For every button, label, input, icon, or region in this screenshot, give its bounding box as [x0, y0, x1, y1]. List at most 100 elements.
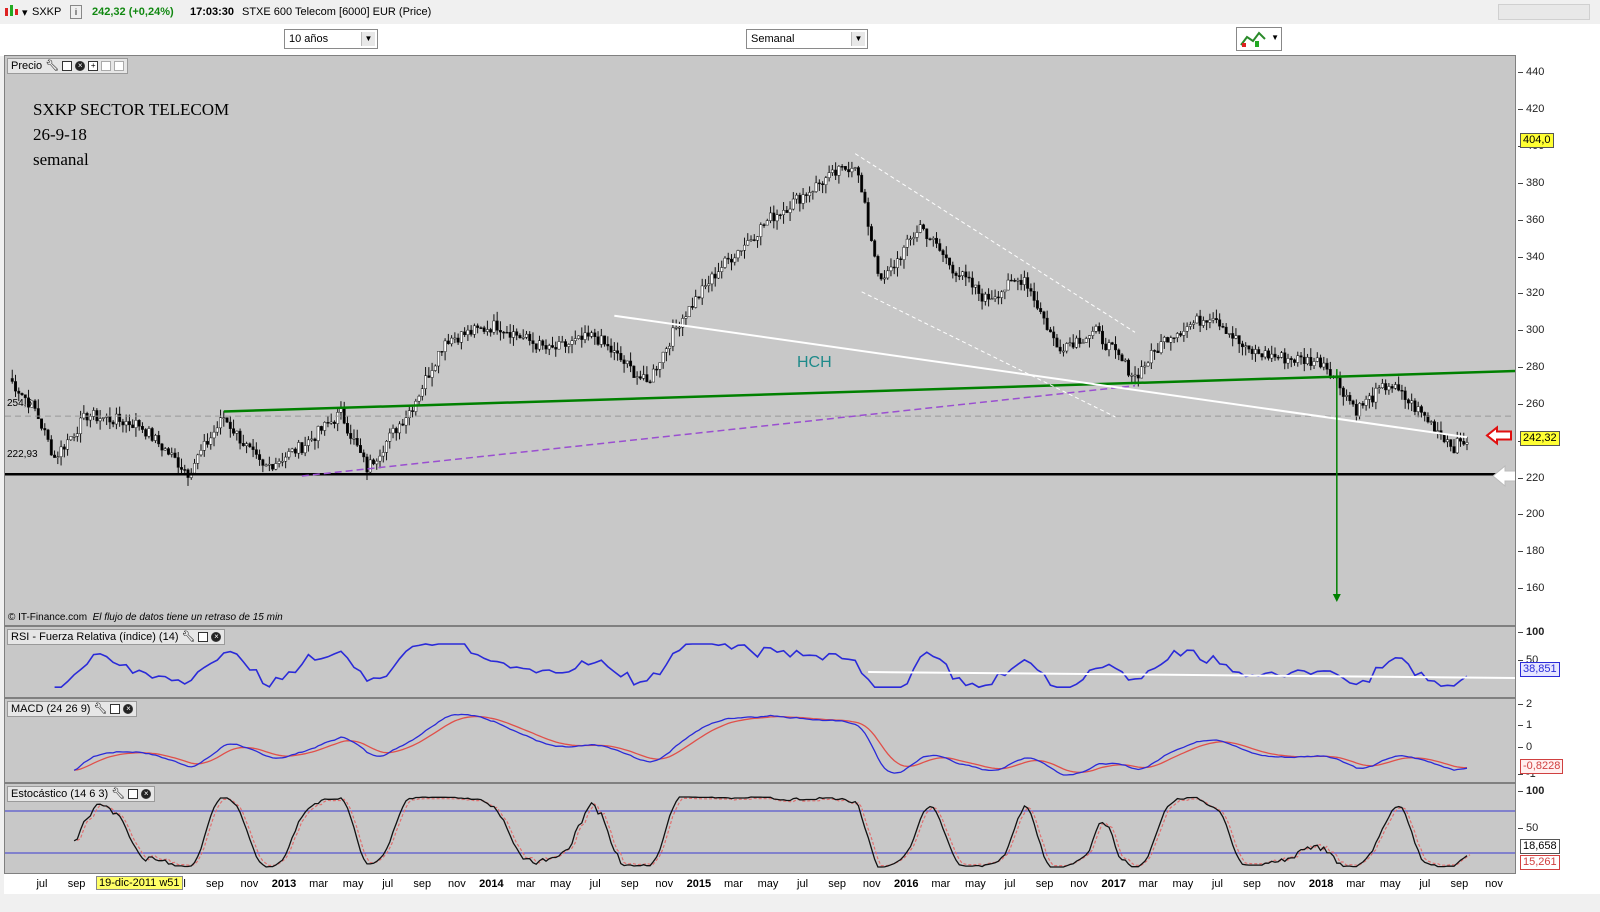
period-select[interactable]: 10 años ▼ — [284, 29, 378, 49]
candle-body — [134, 420, 138, 428]
window-controls[interactable] — [1498, 4, 1590, 20]
candle-body — [778, 214, 782, 216]
candle-body — [66, 439, 70, 450]
rsi-panel[interactable]: RSI - Fuerza Relativa (índice) (14) 🔧︎ × — [4, 626, 1516, 698]
rsi-chart[interactable] — [5, 627, 1516, 698]
candle-body — [1419, 406, 1423, 413]
maximize-icon[interactable] — [128, 789, 139, 799]
candle-body — [372, 459, 375, 465]
candle-body — [1075, 337, 1078, 348]
candle-body — [391, 428, 395, 434]
candle-body — [733, 257, 737, 263]
chart-app-icon[interactable] — [4, 4, 20, 21]
candle-body — [1276, 356, 1280, 359]
stochastic-chart[interactable] — [5, 784, 1516, 874]
candle-body — [1130, 375, 1134, 377]
add-icon[interactable]: + — [88, 61, 99, 71]
candle-body — [365, 456, 369, 473]
candle-body — [254, 449, 258, 455]
candle-body — [1009, 279, 1013, 282]
stochastic-panel[interactable]: Estocástico (14 6 3) 🔧︎ × — [4, 783, 1516, 874]
candle-body — [1227, 333, 1231, 335]
candle-body — [1312, 361, 1316, 366]
candle-body — [1374, 387, 1378, 403]
candle-body — [160, 443, 164, 451]
stochastic-y-axis[interactable]: 100 50 18,658 15,261 — [1516, 783, 1600, 874]
maximize-icon[interactable] — [62, 61, 73, 71]
chevron-down-icon[interactable]: ▼ — [361, 32, 375, 46]
candle-body — [1231, 333, 1235, 339]
candle-body — [1192, 322, 1196, 325]
candle-body — [284, 456, 288, 462]
candle-body — [72, 436, 76, 438]
move-down-icon[interactable] — [114, 61, 125, 71]
candle-body — [222, 417, 226, 419]
price-tick: 320 — [1517, 287, 1545, 300]
chevron-down-icon[interactable]: ▼ — [851, 32, 865, 46]
candle-body — [293, 448, 297, 454]
candle-body — [811, 191, 815, 193]
macd-y-axis[interactable]: 2 1 0 -1 -0,8228 — [1516, 698, 1600, 783]
close-icon[interactable]: × — [123, 704, 134, 714]
rsi-y-axis[interactable]: 100 50 38,851 — [1516, 626, 1600, 698]
info-icon[interactable]: i — [70, 5, 82, 19]
candle-body — [329, 421, 333, 424]
candle-body — [1117, 349, 1121, 356]
candle-body — [668, 345, 672, 349]
candle-body — [183, 469, 187, 471]
price-y-axis[interactable]: 4404204003803603403203002802602402202001… — [1516, 55, 1600, 626]
chart-annotation-interval: semanal — [33, 150, 89, 169]
macd-chart[interactable] — [5, 699, 1516, 783]
candle-body — [883, 277, 886, 280]
candle-body — [1449, 439, 1453, 447]
wrench-icon[interactable]: 🔧︎ — [111, 787, 125, 801]
time-axis[interactable]: 19-dic-2011 w51 jul sep mar may jul sep nov 201… — [4, 874, 1516, 894]
candle-body — [53, 454, 57, 458]
chevron-down-icon[interactable]: ▼ — [1271, 33, 1279, 42]
symbol-dropdown-icon[interactable]: ▾ — [22, 6, 28, 19]
candle-body — [801, 194, 805, 204]
candle-body — [1120, 354, 1124, 362]
candle-body — [1110, 342, 1114, 345]
candle-body — [1244, 345, 1248, 348]
candle-body — [915, 232, 919, 238]
candle-body — [993, 296, 997, 299]
wrench-icon[interactable]: 🔧︎ — [182, 630, 196, 644]
close-icon[interactable]: × — [211, 632, 222, 642]
time-axis-label: nov — [240, 878, 259, 890]
close-icon[interactable]: × — [141, 789, 152, 799]
price-tick: 160 — [1517, 582, 1545, 595]
close-icon[interactable]: × — [75, 61, 86, 71]
candle-body — [827, 172, 831, 179]
macd-panel[interactable]: MACD (24 26 9) 🔧︎ × — [4, 698, 1516, 783]
price-chart[interactable] — [5, 56, 1516, 626]
wrench-icon[interactable]: 🔧︎ — [45, 59, 59, 73]
candle-body — [502, 331, 506, 334]
candle-body — [1205, 320, 1209, 323]
candle-body — [1436, 430, 1440, 433]
candle-body — [518, 335, 522, 339]
price-panel-header: Precio 🔧︎ × + — [7, 58, 129, 74]
maximize-icon[interactable] — [110, 704, 121, 714]
candle-body — [1341, 387, 1345, 397]
chart-type-button[interactable]: ▼ — [1236, 27, 1282, 51]
candle-body — [466, 329, 470, 336]
candle-body — [427, 375, 431, 378]
move-up-icon[interactable] — [101, 61, 112, 71]
maximize-icon[interactable] — [198, 632, 209, 642]
candle-body — [98, 418, 102, 422]
candle-body — [1000, 291, 1004, 298]
interval-select[interactable]: Semanal ▼ — [746, 29, 868, 49]
candle-body — [782, 210, 786, 216]
candle-body — [752, 239, 756, 241]
price-tick: 360 — [1517, 213, 1545, 226]
candle-body — [79, 417, 83, 434]
wrench-icon[interactable]: 🔧︎ — [93, 702, 107, 716]
candle-body — [1032, 291, 1036, 301]
candle-body — [469, 329, 473, 335]
candle-body — [925, 228, 929, 240]
price-panel[interactable]: Precio 🔧︎ × + SXKP SECTOR TELECOM 26-9-1… — [4, 55, 1516, 626]
candle-body — [1052, 331, 1056, 339]
symbol-label[interactable]: SXKP — [32, 6, 61, 18]
candle-body — [1296, 355, 1300, 363]
